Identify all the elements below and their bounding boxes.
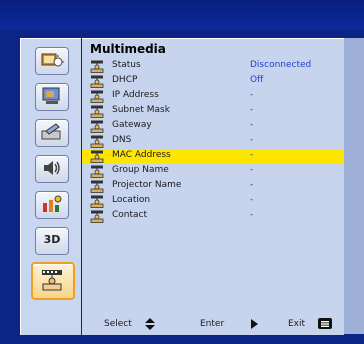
setting-row-ip-address[interactable]: IP Address - <box>82 89 344 104</box>
setting-value: - <box>250 105 254 115</box>
setting-row-location[interactable]: Location - <box>82 194 344 209</box>
top-bar <box>0 0 364 30</box>
exit-hint-label: Exit <box>288 319 306 329</box>
setting-label: Contact <box>112 210 148 220</box>
sidebar-item-display[interactable] <box>35 83 69 111</box>
setting-value: - <box>250 120 254 130</box>
setting-row-dns[interactable]: DNS - <box>82 134 344 149</box>
network-settings-icon <box>90 180 104 193</box>
sidebar-item-audio[interactable] <box>35 155 69 183</box>
category-sidebar: 3D <box>20 38 81 335</box>
setting-row-gateway[interactable]: Gateway - <box>82 119 344 134</box>
right-arrow-icon <box>251 319 258 329</box>
network-settings-icon <box>90 150 104 163</box>
setting-label: Gateway <box>112 120 152 130</box>
sidebar-item-multimedia[interactable] <box>31 262 75 300</box>
network-settings-icon <box>90 210 104 223</box>
menu-key-icon <box>318 318 332 329</box>
display-icon <box>42 87 60 104</box>
setting-row-projector-name[interactable]: Projector Name - <box>82 179 344 194</box>
enter-hint-label: Enter <box>200 319 225 329</box>
network-settings-icon <box>90 105 104 118</box>
audio-icon <box>44 161 60 175</box>
image-settings-icon <box>41 53 64 67</box>
setting-value: - <box>250 150 254 160</box>
sidebar-item-image[interactable] <box>35 47 69 75</box>
settings-panel: Multimedia Status Disconnected DHCP Off IP A… <box>82 38 344 335</box>
options-icon <box>43 195 62 212</box>
sidebar-item-setup[interactable] <box>35 119 69 147</box>
setting-label: DHCP <box>112 75 138 85</box>
setting-value: - <box>250 135 254 145</box>
network-settings-icon <box>90 75 104 88</box>
setting-value: - <box>250 90 254 100</box>
setting-value: - <box>250 210 254 220</box>
setting-row-mac-address[interactable]: MAC Address - <box>82 149 344 164</box>
network-settings-icon <box>90 90 104 103</box>
setting-value: - <box>250 165 254 175</box>
network-settings-icon <box>90 135 104 148</box>
setting-label: MAC Address <box>112 150 171 160</box>
setup-icon <box>41 123 61 140</box>
network-settings-icon <box>90 60 104 73</box>
setting-value: - <box>250 180 254 190</box>
network-settings-icon <box>90 120 104 133</box>
setting-value: Disconnected <box>250 60 312 70</box>
footer-hints: Select Enter Exit <box>82 316 344 334</box>
setting-label: Group Name <box>112 165 169 175</box>
setting-label: Projector Name <box>112 180 182 190</box>
network-icon <box>42 270 62 291</box>
setting-row-contact[interactable]: Contact - <box>82 209 344 224</box>
setting-label: Subnet Mask <box>112 105 170 115</box>
setting-row-subnet-mask[interactable]: Subnet Mask - <box>82 104 344 119</box>
setting-row-status[interactable]: Status Disconnected <box>82 59 344 74</box>
setting-label: Status <box>112 60 141 70</box>
setting-label: Location <box>112 195 151 205</box>
page-title: Multimedia <box>90 42 166 56</box>
setting-label: IP Address <box>112 90 159 100</box>
sidebar-item-3d[interactable]: 3D <box>35 227 69 255</box>
setting-row-group-name[interactable]: Group Name - <box>82 164 344 179</box>
setting-label: DNS <box>112 135 132 145</box>
3d-icon: 3D <box>43 233 61 246</box>
setting-value: Off <box>250 75 264 85</box>
updown-arrows-icon <box>145 318 155 330</box>
sidebar-item-options[interactable] <box>35 191 69 219</box>
right-edge-bar <box>344 38 364 334</box>
setting-row-dhcp[interactable]: DHCP Off <box>82 74 344 89</box>
setting-value: - <box>250 195 254 205</box>
network-settings-icon <box>90 165 104 178</box>
select-hint-label: Select <box>104 319 132 329</box>
network-settings-icon <box>90 195 104 208</box>
